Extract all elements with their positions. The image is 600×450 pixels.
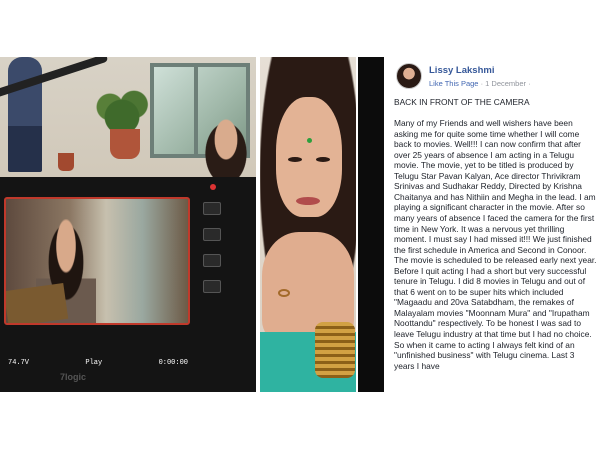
right-eye [316, 157, 330, 162]
hud-voltage: 74.7V [8, 359, 30, 367]
camera-hud: 74.7V Play 0:00:00 [8, 359, 188, 367]
post-body: BACK IN FRONT OF THE CAMERA Many of my F… [394, 97, 597, 382]
hud-mode: Play [85, 359, 103, 367]
left-eye [288, 157, 302, 162]
post-date[interactable]: 1 December [485, 79, 526, 88]
book [6, 283, 69, 323]
author-name[interactable]: Lissy Lakshmi [429, 65, 494, 76]
camera-monitor [4, 197, 190, 325]
photo-collage: 74.7V Play 0:00:00 7logic Lissy Lakshmi … [0, 57, 600, 392]
camera-buttons [203, 202, 223, 306]
like-page-link[interactable]: Like This Page [429, 79, 478, 88]
camera-button [203, 202, 221, 215]
bangles [315, 322, 355, 378]
post-heading: BACK IN FRONT OF THE CAMERA [394, 97, 530, 107]
ring [278, 289, 290, 297]
lips [296, 197, 320, 205]
post-meta: Like This Page · 1 December · [429, 79, 531, 88]
avatar[interactable] [396, 63, 422, 89]
camera-button [203, 280, 221, 293]
recording-led-icon [210, 184, 216, 190]
actress-background [200, 115, 252, 185]
crew-member [8, 57, 42, 172]
camera-button [203, 254, 221, 267]
post-header: Lissy Lakshmi Like This Page · 1 Decembe… [396, 63, 596, 91]
small-plant-pot [58, 153, 74, 171]
hud-timecode: 0:00:00 [158, 359, 188, 367]
plant-pot [110, 129, 140, 159]
camera-brand: 7logic [60, 372, 87, 382]
portrait-photo [260, 57, 356, 392]
camera-button [203, 228, 221, 241]
divider-strip [358, 57, 384, 392]
post-text: Many of my Friends and well wishers have… [394, 118, 597, 371]
globe-icon: · [528, 79, 531, 88]
bindi [307, 138, 312, 143]
facebook-post: Lissy Lakshmi Like This Page · 1 Decembe… [386, 57, 600, 392]
behind-the-scenes-photo: 74.7V Play 0:00:00 7logic [0, 57, 256, 392]
